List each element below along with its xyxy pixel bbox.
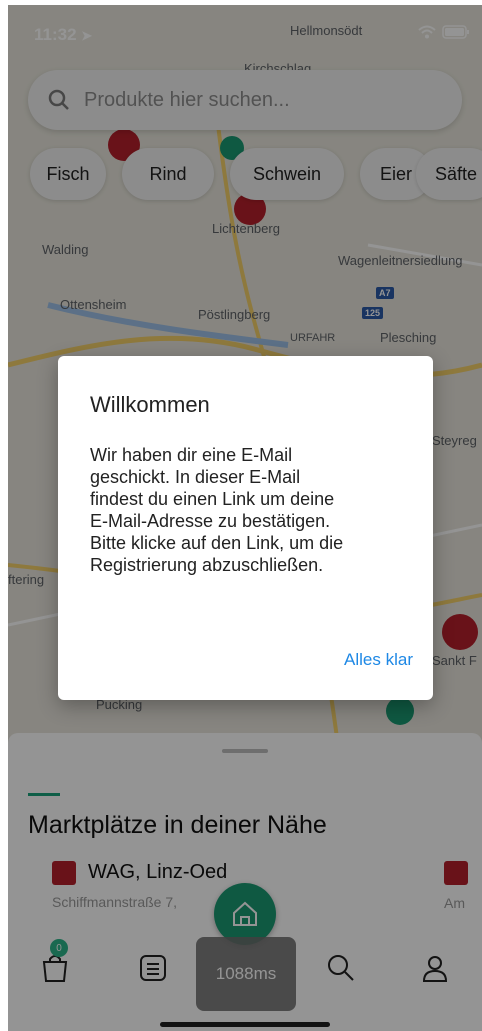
welcome-dialog: Willkommen Wir haben dir eine E-Mail ges… [58,356,433,700]
dialog-title: Willkommen [90,392,210,417]
phone-screen: Hellmonsödt Kirchschlag Lichtenberg Wald… [8,5,482,1031]
dialog-message-line: E-Mail-Adresse zu bestätigen. [90,511,331,531]
dialog-message: Wir haben dir eine E-Mail geschickt. In … [90,444,410,576]
dialog-message-line: Registrierung abzuschließen. [90,555,324,575]
dialog-message-line: findest du einen Link um deine [90,489,335,509]
dialog-message-line: Wir haben dir eine E-Mail [90,445,293,465]
dialog-message-line: Bitte klicke auf den Link, um die [90,533,344,553]
dialog-message-line: geschickt. In dieser E-Mail [90,467,301,487]
confirm-button[interactable]: Alles klar [344,650,413,670]
